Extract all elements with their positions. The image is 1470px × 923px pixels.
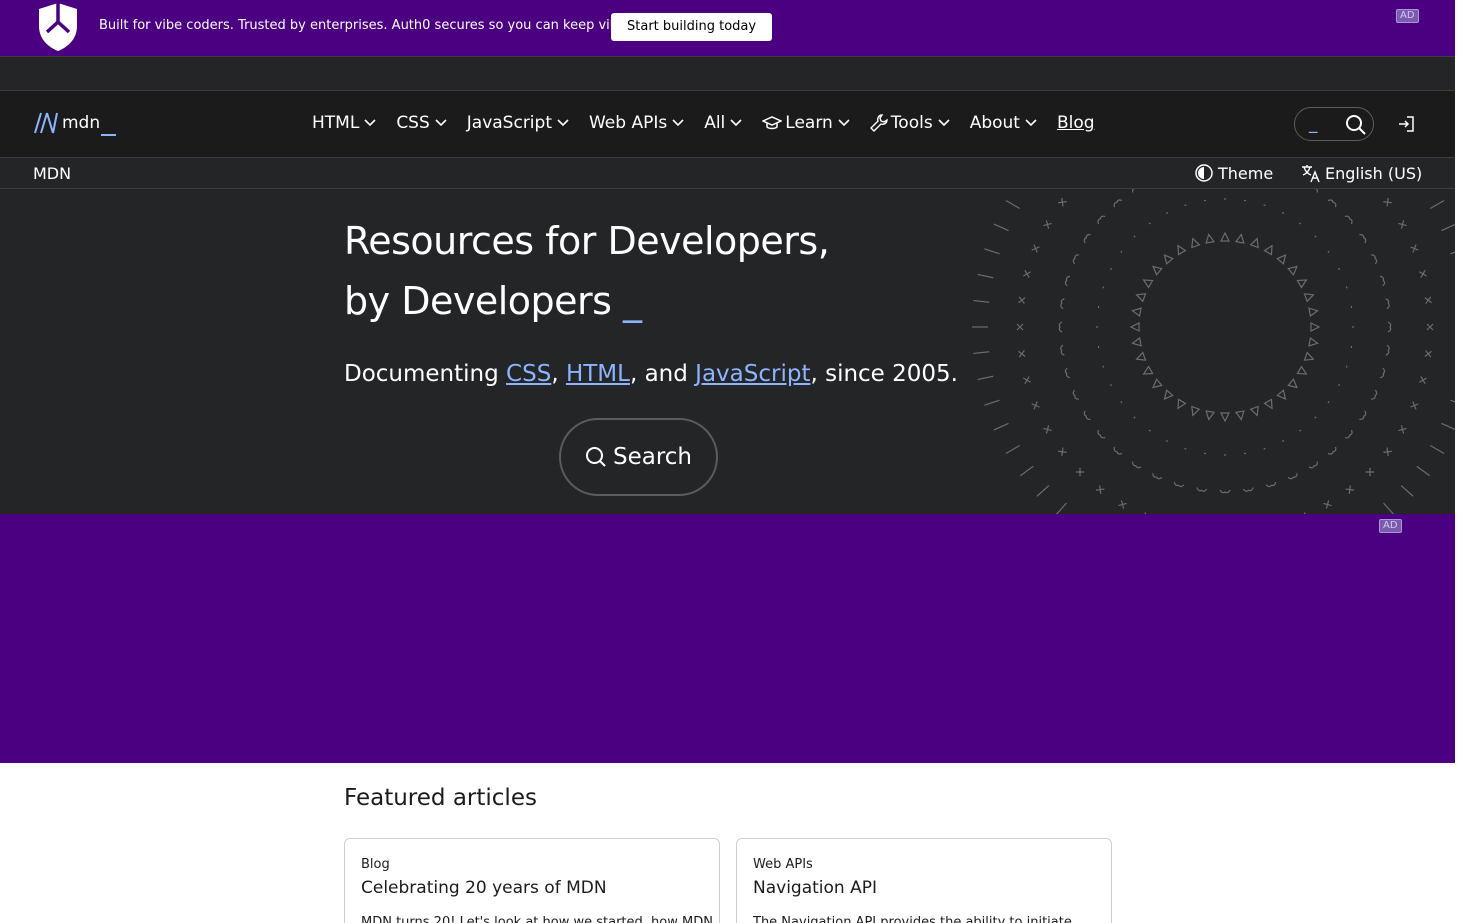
nav-javascript[interactable]: JavaScript (467, 113, 569, 133)
start-building-button[interactable]: Start building today (611, 13, 773, 41)
mdn-m-icon: mdn (34, 112, 116, 136)
primary-nav: HTML CSS JavaScript Web APIs All Learn T… (312, 113, 1095, 133)
breadcrumb-bar: MDN Theme English (US) (0, 157, 1455, 189)
card-title: Navigation API (753, 878, 877, 898)
featured-card-navigation-api[interactable]: Web APIs Navigation API The Navigation A… (736, 838, 1112, 923)
featured-articles-heading: Featured articles (344, 785, 537, 811)
chevron-down-icon (1025, 119, 1037, 127)
nav-learn[interactable]: Learn (762, 113, 850, 133)
hero-search-button[interactable]: Search (559, 418, 718, 496)
logo-text: mdn (62, 113, 100, 133)
hero-cursor: _ (623, 279, 642, 323)
css-link[interactable]: CSS (506, 361, 551, 387)
login-icon[interactable] (1397, 115, 1415, 133)
nav-all[interactable]: All (704, 113, 742, 133)
ad-badge: AD (1379, 519, 1402, 533)
nav-web-apis[interactable]: Web APIs (589, 113, 684, 133)
javascript-link[interactable]: JavaScript (695, 361, 810, 387)
search-icon (585, 447, 606, 467)
mdn-logo[interactable]: mdn (33, 110, 123, 140)
chevron-down-icon (730, 119, 742, 127)
wrench-icon (869, 114, 888, 132)
top-ad-banner[interactable]: Built for vibe coders. Trusted by enterp… (0, 0, 1455, 56)
theme-icon (1195, 164, 1213, 182)
hero-tagline: Documenting CSS, HTML, and JavaScript, s… (344, 361, 958, 387)
graduation-cap-icon (762, 116, 783, 130)
nav-css[interactable]: CSS (396, 113, 447, 133)
large-ad-banner[interactable]: AD (0, 514, 1455, 763)
nav-blog[interactable]: Blog (1057, 113, 1095, 133)
main-header: mdn HTML CSS JavaScript Web APIs All Lea… (0, 91, 1455, 157)
translate-icon (1302, 165, 1320, 183)
hero-title: Resources for Developers, by Developers … (344, 219, 830, 323)
header-search[interactable]: _ (1294, 107, 1374, 141)
card-description: MDN turns 20! Let's look at how we start… (361, 915, 713, 923)
card-title: Celebrating 20 years of MDN (361, 878, 607, 898)
nav-tools[interactable]: Tools (869, 113, 950, 133)
nav-about[interactable]: About (970, 113, 1037, 133)
chevron-down-icon (838, 119, 850, 127)
theme-switcher[interactable]: Theme (1194, 163, 1273, 183)
hero-section: Resources for Developers, by Developers … (0, 189, 1455, 514)
search-cursor: _ (1309, 114, 1318, 134)
ad-message: Built for vibe coders. Trusted by enterp… (99, 18, 643, 33)
ad-badge: AD (1396, 9, 1419, 23)
card-category: Blog (361, 857, 390, 872)
breadcrumb[interactable]: MDN (33, 164, 71, 183)
card-description: The Navigation API provides the ability … (753, 915, 1076, 923)
chevron-down-icon (672, 119, 684, 127)
scroll-gutter (1455, 0, 1470, 923)
html-link[interactable]: HTML (566, 361, 630, 387)
card-category: Web APIs (753, 857, 813, 872)
nav-html[interactable]: HTML (312, 113, 376, 133)
empty-strip (0, 56, 1455, 91)
decorative-rings-art (972, 189, 1455, 514)
language-switcher[interactable]: English (US) (1301, 163, 1422, 183)
auth0-shield-icon (39, 3, 77, 51)
featured-card-mdn-20[interactable]: Blog Celebrating 20 years of MDN MDN tur… (344, 838, 720, 923)
chevron-down-icon (557, 119, 569, 127)
search-icon (1346, 115, 1366, 135)
chevron-down-icon (435, 119, 447, 127)
chevron-down-icon (364, 119, 376, 127)
chevron-down-icon (938, 119, 950, 127)
